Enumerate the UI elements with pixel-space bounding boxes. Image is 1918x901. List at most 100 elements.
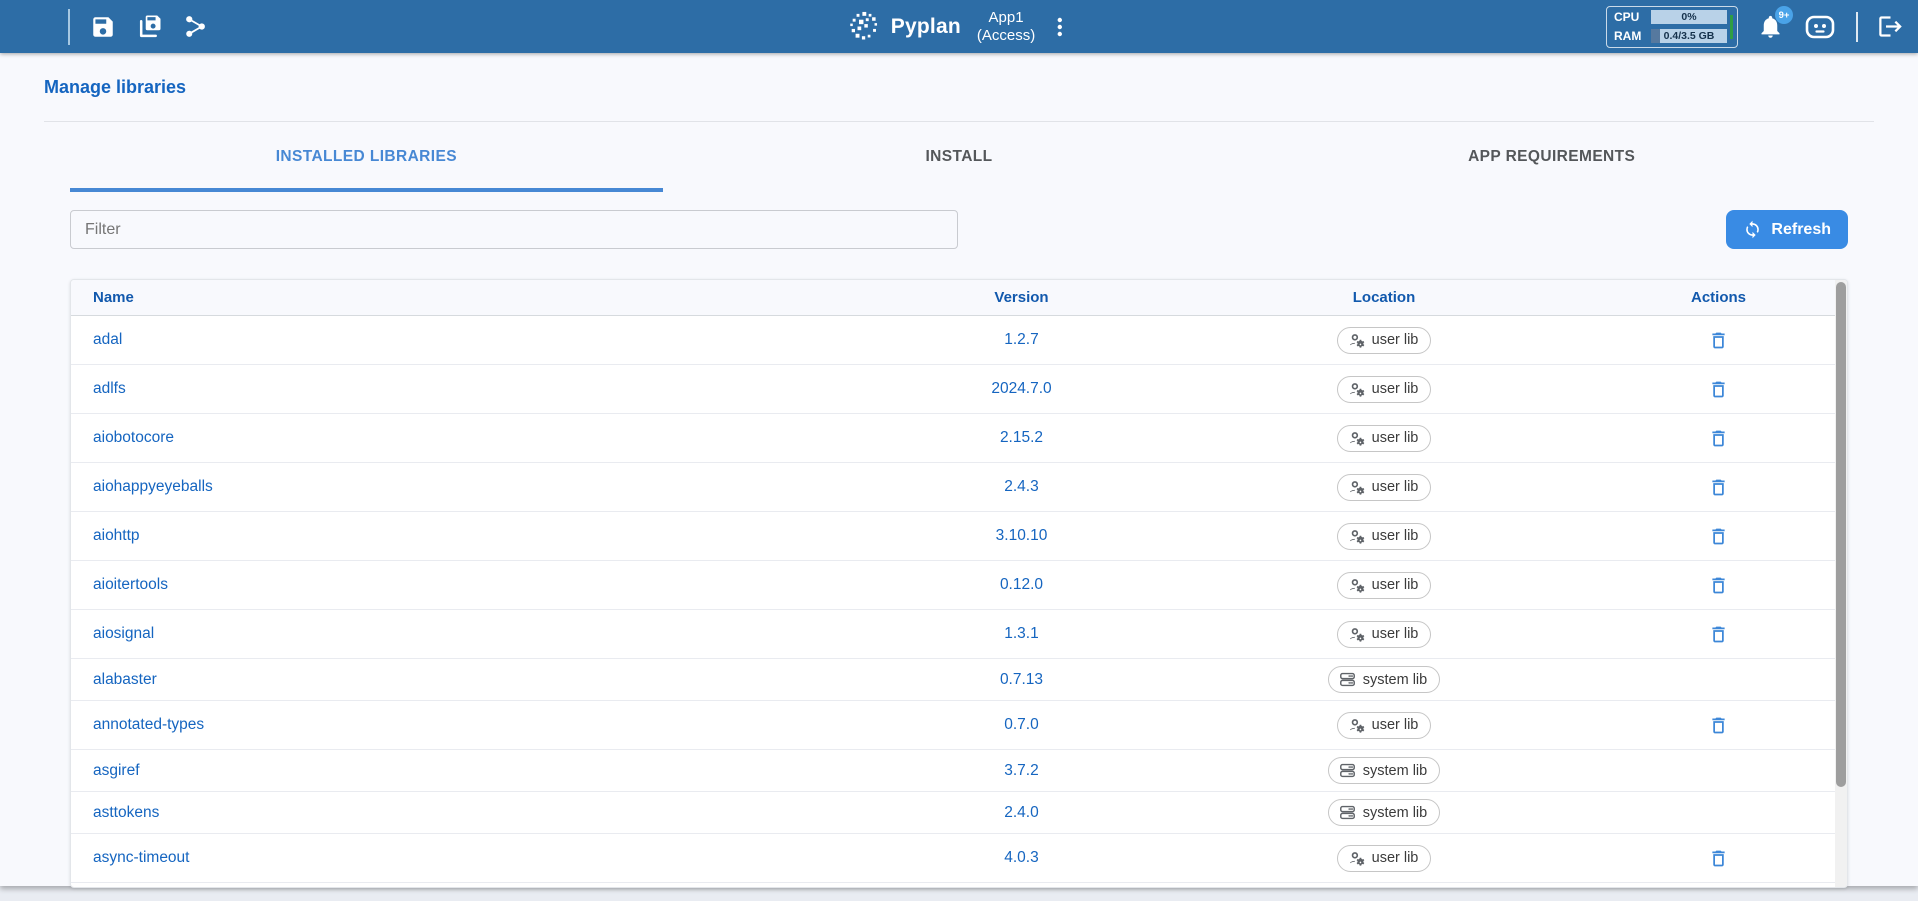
table-row: adlfs 2024.7.0 user lib <box>71 365 1847 414</box>
delete-button[interactable] <box>1706 846 1731 871</box>
package-name: aiohttp <box>71 527 879 545</box>
refresh-button[interactable]: Refresh <box>1726 210 1848 249</box>
table-row: aioitertools 0.12.0 user lib <box>71 561 1847 610</box>
topbar: Pyplan App1 (Access) CPU 0% RAM <box>0 0 1918 53</box>
location-chip-label: system lib <box>1363 805 1427 821</box>
tab-installed-libraries[interactable]: INSTALLED LIBRARIES <box>70 122 663 192</box>
location-chip-label: system lib <box>1363 672 1427 688</box>
package-version: 2.15.2 <box>879 429 1164 447</box>
delete-button[interactable] <box>1706 475 1731 500</box>
save-all-icon[interactable] <box>136 13 163 40</box>
package-version: 0.7.13 <box>879 671 1164 689</box>
ram-label: RAM <box>1614 29 1646 43</box>
location-chip-label: user lib <box>1372 717 1419 733</box>
topbar-center-group: Pyplan App1 (Access) <box>849 0 1069 53</box>
user-lib-icon <box>1347 429 1366 448</box>
brand: Pyplan <box>849 10 961 43</box>
topbar-divider <box>1856 12 1858 42</box>
location-chip: user lib <box>1337 712 1432 739</box>
location-chip-label: user lib <box>1372 528 1419 544</box>
cpu-label: CPU <box>1614 10 1646 24</box>
delete-button[interactable] <box>1706 573 1731 598</box>
table-row: adal 1.2.7 user lib <box>71 316 1847 365</box>
package-name: adlfs <box>71 380 879 398</box>
cpu-bar: 0% <box>1651 10 1727 24</box>
delete-button[interactable] <box>1706 524 1731 549</box>
filter-row: Refresh <box>70 210 1848 249</box>
table-row: aiohappyeyeballs 2.4.3 user lib <box>71 463 1847 512</box>
location-chip: user lib <box>1337 327 1432 354</box>
scrollbar-thumb[interactable] <box>1836 282 1846 787</box>
trash-icon <box>1708 526 1729 547</box>
package-version: 1.2.7 <box>879 331 1164 349</box>
delete-button[interactable] <box>1706 426 1731 451</box>
package-name: async-timeout <box>71 849 879 867</box>
refresh-label: Refresh <box>1771 221 1831 239</box>
location-chip-label: user lib <box>1372 332 1419 348</box>
user-lib-icon <box>1347 576 1366 595</box>
package-name: adal <box>71 331 879 349</box>
location-chip-label: user lib <box>1372 430 1419 446</box>
filter-input[interactable] <box>70 210 958 249</box>
share-model-icon[interactable] <box>183 14 208 39</box>
app-name[interactable]: App1 (Access) <box>977 9 1035 45</box>
delete-button[interactable] <box>1706 622 1731 647</box>
kebab-menu-icon[interactable] <box>1051 16 1069 38</box>
location-chip: user lib <box>1337 621 1432 648</box>
ram-value: 0.4/3.5 GB <box>1651 29 1727 43</box>
location-chip: system lib <box>1328 757 1440 784</box>
table-row: aiohttp 3.10.10 user lib <box>71 512 1847 561</box>
refresh-icon <box>1743 220 1762 239</box>
trash-icon <box>1708 624 1729 645</box>
location-chip: system lib <box>1328 799 1440 826</box>
system-lib-icon <box>1338 761 1357 780</box>
delete-button[interactable] <box>1706 377 1731 402</box>
menu-icon[interactable] <box>14 15 48 38</box>
package-version: 4.0.3 <box>879 849 1164 867</box>
app-name-line1: App1 <box>977 9 1035 27</box>
package-name: aiosignal <box>71 625 879 643</box>
package-version: 0.7.0 <box>879 716 1164 734</box>
location-chip-label: system lib <box>1363 763 1427 779</box>
monitor-status-indicator <box>1730 15 1733 39</box>
topbar-divider <box>68 9 70 45</box>
package-name: aiohappyeyeballs <box>71 478 879 496</box>
trash-icon <box>1708 715 1729 736</box>
assistant-icon[interactable] <box>1803 12 1837 42</box>
libraries-table: Name Version Location Actions adal 1.2.7… <box>70 279 1848 888</box>
package-version: 1.3.1 <box>879 625 1164 643</box>
table-row: asttokens 2.4.0 system lib <box>71 792 1847 834</box>
notifications-badge: 9+ <box>1775 6 1793 24</box>
save-icon[interactable] <box>90 14 116 40</box>
package-name: alabaster <box>71 671 879 689</box>
delete-button[interactable] <box>1706 713 1731 738</box>
user-lib-icon <box>1347 849 1366 868</box>
package-version: 2.4.3 <box>879 478 1164 496</box>
location-chip-label: user lib <box>1372 381 1419 397</box>
system-lib-icon <box>1338 670 1357 689</box>
pyplan-logo-icon <box>849 10 882 43</box>
user-lib-icon <box>1347 331 1366 350</box>
system-lib-icon <box>1338 803 1357 822</box>
trash-icon <box>1708 379 1729 400</box>
package-version: 3.10.10 <box>879 527 1164 545</box>
tab-install[interactable]: INSTALL <box>663 122 1256 192</box>
table-header: Name Version Location Actions <box>71 280 1847 316</box>
package-version: 3.7.2 <box>879 762 1164 780</box>
location-chip: user lib <box>1337 572 1432 599</box>
trash-icon <box>1708 428 1729 449</box>
delete-button[interactable] <box>1706 328 1731 353</box>
logout-icon[interactable] <box>1877 13 1904 40</box>
column-header-actions: Actions <box>1604 289 1833 306</box>
system-monitor: CPU 0% RAM 0.4/3.5 GB <box>1606 6 1738 48</box>
topbar-left-group <box>0 9 208 45</box>
tab-app-requirements[interactable]: APP REQUIREMENTS <box>1255 122 1848 192</box>
cpu-value: 0% <box>1651 10 1727 24</box>
table-scrollbar[interactable] <box>1835 280 1847 887</box>
table-row: alabaster 0.7.13 system lib <box>71 659 1847 701</box>
table-row: aiobotocore 2.15.2 user lib <box>71 414 1847 463</box>
location-chip: user lib <box>1337 523 1432 550</box>
notifications-icon[interactable]: 9+ <box>1757 13 1784 40</box>
package-version: 0.12.0 <box>879 576 1164 594</box>
package-name: annotated-types <box>71 716 879 734</box>
